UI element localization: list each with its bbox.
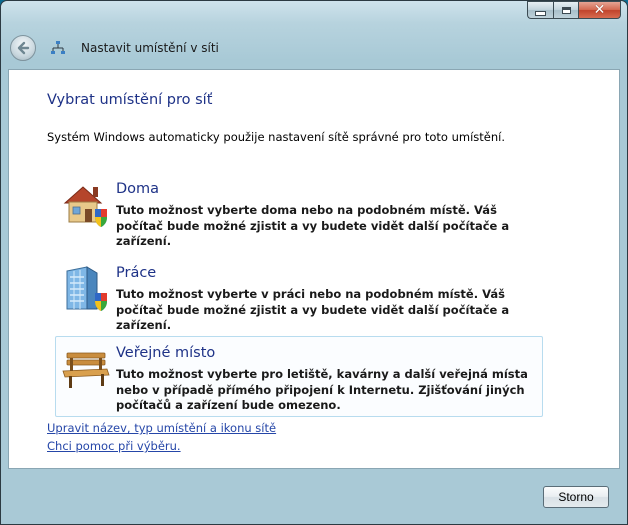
home-icon (63, 186, 107, 227)
content-pane: Vybrat umístění pro síť Systém Windows a… (8, 69, 620, 469)
close-button[interactable]: ✕ (578, 1, 621, 19)
location-option-work[interactable]: Práce Tuto možnost vyberte v práci nebo … (55, 256, 543, 332)
caption-buttons: ✕ (527, 1, 621, 20)
minimize-icon (535, 10, 546, 16)
intro-text: Systém Windows automaticky použije nasta… (47, 130, 506, 144)
maximize-icon (561, 6, 571, 14)
office-building-icon (66, 266, 107, 311)
option-title: Práce (116, 265, 157, 281)
location-option-home[interactable]: Doma Tuto možnost vyberte doma nebo na p… (55, 172, 543, 248)
close-icon: ✕ (593, 2, 606, 18)
maximize-button[interactable] (553, 1, 578, 19)
help-choosing-link[interactable]: Chci pomoc při výběru. (47, 439, 181, 453)
minimize-button[interactable] (527, 1, 553, 19)
option-description: Tuto možnost vyberte doma nebo na podobn… (116, 203, 510, 248)
option-description: Tuto možnost vyberte v práci nebo na pod… (116, 287, 510, 332)
park-bench-icon (62, 352, 110, 388)
network-icon (51, 41, 65, 54)
back-arrow-icon (17, 41, 30, 55)
option-description: Tuto možnost vyberte pro letiště, kavárn… (116, 367, 528, 412)
back-button[interactable] (10, 35, 36, 61)
network-location-dialog: ✕ Nastavit umístění v síti Vybrat umístě… (0, 0, 628, 525)
cancel-button[interactable]: Storno (543, 486, 609, 508)
option-title: Doma (116, 181, 160, 197)
page-heading: Vybrat umístění pro síť (47, 92, 213, 108)
option-title: Veřejné místo (116, 345, 216, 361)
window-title: Nastavit umístění v síti (81, 41, 219, 55)
location-option-public[interactable]: Veřejné místo Tuto možnost vyberte pro l… (55, 336, 543, 417)
customize-network-link[interactable]: Upravit název, typ umístění a ikonu sítě (47, 421, 276, 435)
